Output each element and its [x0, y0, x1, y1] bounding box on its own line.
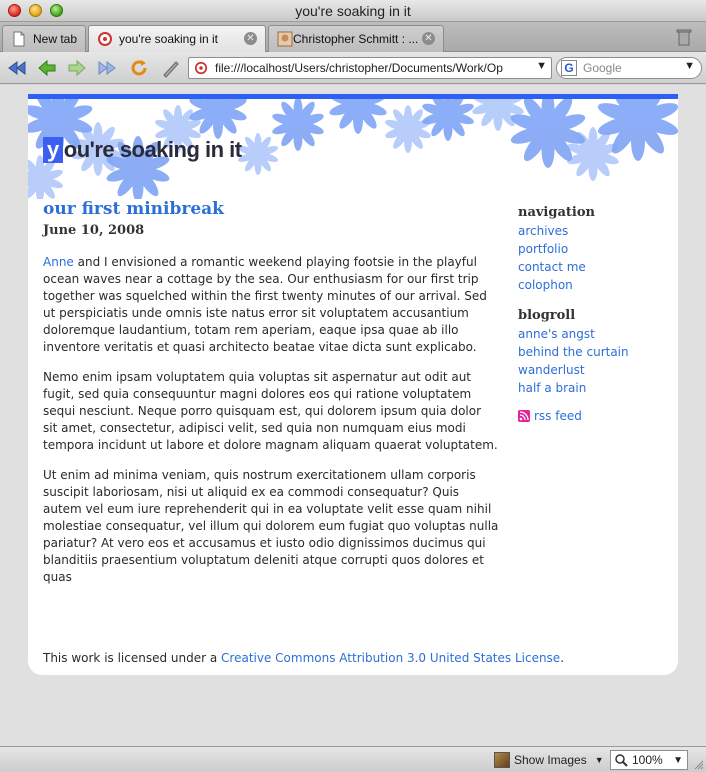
rss-feed[interactable]: rss feed	[518, 409, 668, 423]
anne-link[interactable]: Anne	[43, 255, 74, 269]
paragraph-text: and I envisioned a romantic weekend play…	[43, 255, 487, 354]
blogroll-list: anne's angst behind the curtain wanderlu…	[518, 325, 668, 397]
forward-arrow-icon[interactable]	[66, 58, 88, 78]
blogroll-link[interactable]: anne's angst	[518, 327, 595, 341]
post-paragraph: Ut enim ad minima veniam, quis nostrum e…	[43, 468, 499, 584]
blogroll-link[interactable]: wanderlust	[518, 363, 585, 377]
tab-label: you're soaking in it	[119, 32, 219, 46]
zoom-level: 100%	[632, 753, 663, 767]
tab-soaking[interactable]: you're soaking in it ✕	[88, 25, 266, 52]
site-title-rest: ou're soaking in it	[63, 137, 242, 162]
content-viewport: y ou're soaking in it our first minibreak…	[0, 85, 706, 746]
rss-feed-link[interactable]: rss feed	[534, 409, 582, 423]
back-arrow-icon[interactable]	[36, 58, 58, 78]
avatar-favicon-icon	[277, 31, 293, 47]
post-date: June 10, 2008	[43, 223, 145, 238]
tab-close-icon[interactable]: ✕	[422, 32, 435, 45]
navigation-toolbar: file:///localhost/Users/christopher/Docu…	[0, 52, 706, 84]
nav-link-portfolio[interactable]: portfolio	[518, 242, 568, 256]
resize-grip-icon[interactable]	[694, 760, 704, 770]
chevron-down-icon[interactable]: ▼	[595, 755, 604, 765]
nav-link-colophon[interactable]: colophon	[518, 278, 573, 292]
address-bar[interactable]: file:///localhost/Users/christopher/Docu…	[188, 57, 552, 79]
post-paragraph: Anne and I envisioned a romantic weekend…	[43, 254, 499, 356]
nav-link-contact[interactable]: contact me	[518, 260, 586, 274]
tab-strip: New tab you're soaking in it ✕ Christoph…	[0, 22, 706, 52]
fast-forward-icon[interactable]	[96, 58, 118, 78]
zoom-select[interactable]: 100% ▼	[610, 750, 688, 770]
blogroll-link[interactable]: half a brain	[518, 381, 586, 395]
document-icon	[13, 31, 25, 47]
site-favicon-icon	[194, 61, 208, 75]
window-title: you're soaking in it	[295, 3, 411, 19]
trash-icon[interactable]	[676, 28, 692, 46]
image-icon	[494, 752, 510, 768]
show-images-label: Show Images	[514, 753, 587, 767]
sidebar: navigation archives portfolio contact me…	[518, 205, 668, 423]
tab-christopher-schmitt[interactable]: Christopher Schmitt : ... ✕	[268, 25, 444, 52]
navigation-block: navigation archives portfolio contact me…	[518, 205, 668, 294]
post-title[interactable]: our first minibreak	[43, 199, 499, 219]
edit-pen-icon[interactable]	[160, 58, 182, 78]
license-link[interactable]: Creative Commons Attribution 3.0 United …	[221, 651, 560, 665]
tab-new-tab[interactable]: New tab	[2, 25, 86, 52]
site-title-initial: y	[43, 137, 63, 163]
search-placeholder: Google	[583, 61, 622, 75]
post-paragraph: Nemo enim ipsam voluptatem quia voluptas…	[43, 370, 498, 452]
tab-label: Christopher Schmitt : ...	[293, 32, 419, 46]
site-title[interactable]: y ou're soaking in it	[43, 137, 242, 163]
tab-close-icon[interactable]: ✕	[244, 32, 257, 45]
magnifier-icon	[615, 753, 628, 767]
search-field[interactable]: G Google ▼	[556, 57, 702, 79]
nav-link-archives[interactable]: archives	[518, 224, 568, 238]
rewind-icon[interactable]	[6, 58, 28, 78]
show-images-control[interactable]: Show Images ▼	[494, 751, 604, 769]
rss-icon	[518, 410, 530, 422]
main-content: our first minibreak June 10, 2008 Anne a…	[43, 199, 499, 586]
license-notice: This work is licensed under a Creative C…	[43, 651, 564, 665]
chevron-down-icon[interactable]: ▼	[673, 755, 683, 766]
navigation-heading: navigation	[518, 205, 595, 220]
site-favicon-icon	[98, 32, 112, 46]
license-prefix: This work is licensed under a	[43, 651, 222, 665]
blogroll-link[interactable]: behind the curtain	[518, 345, 629, 359]
navigation-list: archives portfolio contact me colophon	[518, 222, 668, 294]
google-icon[interactable]: G	[561, 60, 577, 76]
title-bar: you're soaking in it	[0, 0, 706, 22]
tab-label: New tab	[33, 32, 78, 46]
status-bar: Show Images ▼ 100% ▼	[0, 746, 706, 772]
history-dropdown-icon[interactable]: ▼	[536, 60, 547, 72]
reload-icon[interactable]	[128, 58, 150, 78]
license-suffix: .	[560, 651, 565, 665]
blogroll-heading: blogroll	[518, 308, 576, 323]
search-engine-dropdown-icon[interactable]: ▼	[684, 60, 695, 72]
blogroll-block: blogroll anne's angst behind the curtain…	[518, 308, 668, 397]
page-container: y ou're soaking in it our first minibreak…	[28, 94, 678, 675]
url-text[interactable]: file:///localhost/Users/christopher/Docu…	[215, 61, 523, 75]
